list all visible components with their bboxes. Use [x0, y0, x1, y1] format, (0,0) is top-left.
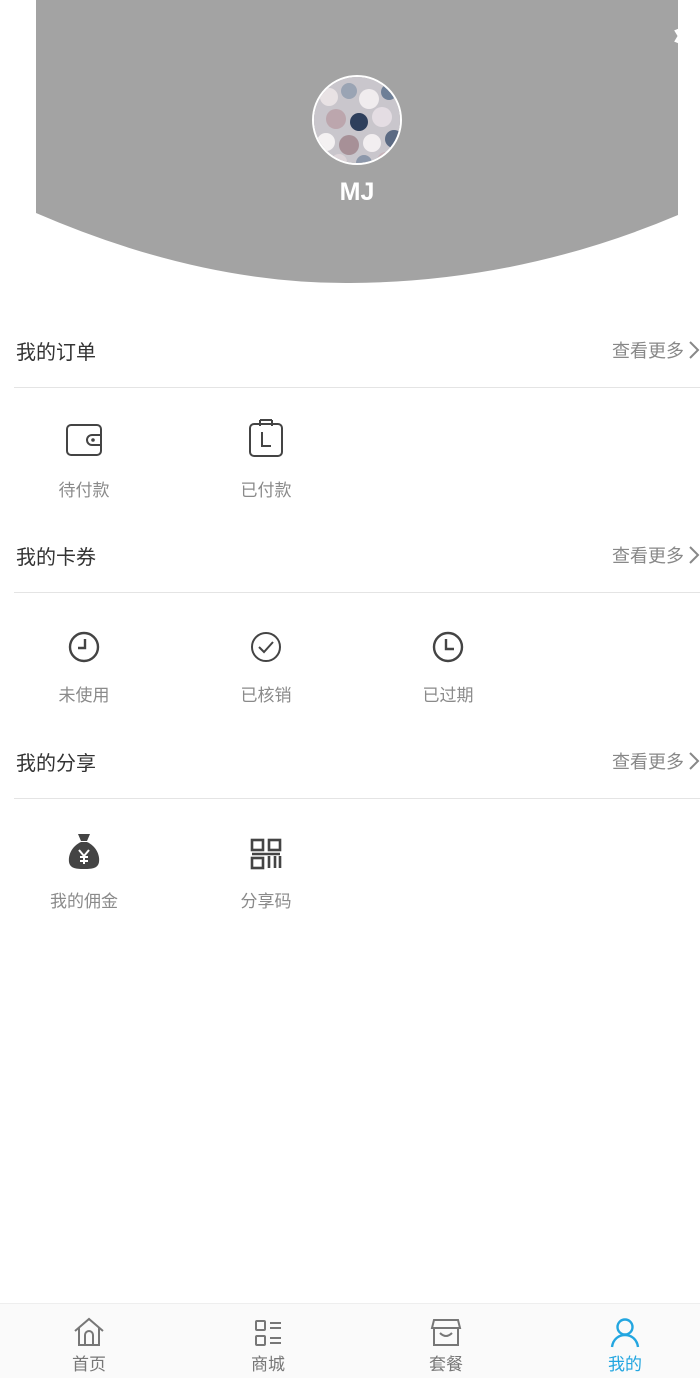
- share-title: 我的分享: [16, 750, 96, 775]
- coupon-redeemed-button[interactable]: 已核销: [196, 593, 336, 706]
- tab-package[interactable]: 套餐: [386, 1304, 506, 1378]
- coupon-expired-label: 已过期: [422, 686, 474, 706]
- bottom-tab-bar: 首页 商城 套餐 我的: [0, 1303, 700, 1378]
- orders-grid: 待付款 已付款: [0, 388, 700, 518]
- share-code-label: 分享码: [240, 892, 292, 912]
- share-grid: 我的佣金 分享码: [0, 799, 700, 929]
- orders-title: 我的订单: [16, 339, 96, 364]
- order-paid-button[interactable]: 已付款: [196, 388, 336, 501]
- coupon-redeemed-label: 已核销: [240, 686, 292, 706]
- coupon-expired-button[interactable]: 已过期: [378, 593, 518, 706]
- tab-home-label: 首页: [72, 1355, 106, 1375]
- orders-section: 我的订单 查看更多 待付款 已付款: [0, 312, 700, 518]
- tab-mine-label: 我的: [608, 1355, 642, 1375]
- home-icon: [29, 1304, 149, 1348]
- order-pending-label: 待付款: [58, 481, 110, 501]
- orders-more-label: 查看更多: [612, 341, 684, 362]
- orders-header: 我的订单 查看更多: [0, 312, 700, 388]
- share-more-link[interactable]: 查看更多: [612, 748, 700, 774]
- coupons-title: 我的卡券: [16, 544, 96, 569]
- coupon-unused-label: 未使用: [58, 686, 110, 706]
- username: MJ: [339, 178, 375, 206]
- coupons-more-link[interactable]: 查看更多: [612, 542, 700, 568]
- settings-gear-icon[interactable]: [672, 18, 700, 54]
- coupons-more-label: 查看更多: [612, 546, 684, 567]
- profile-header: MJ: [0, 0, 700, 290]
- chevron-right-icon: [689, 752, 700, 770]
- order-pending-button[interactable]: 待付款: [14, 388, 154, 501]
- paid-clipboard-icon: [196, 412, 336, 460]
- tab-mall-label: 商城: [251, 1355, 285, 1375]
- tab-mine[interactable]: 我的: [565, 1304, 685, 1378]
- coupons-grid: 未使用 已核销 已过期: [0, 593, 700, 723]
- money-bag-icon: [14, 823, 154, 871]
- orders-more-link[interactable]: 查看更多: [612, 337, 700, 363]
- chevron-right-icon: [689, 341, 700, 359]
- coupon-unused-button[interactable]: 未使用: [14, 593, 154, 706]
- tab-package-label: 套餐: [429, 1355, 463, 1375]
- qr-code-icon: [196, 823, 336, 871]
- coupons-section: 我的卡券 查看更多 未使用 已核销 已过期: [0, 517, 700, 723]
- expired-clock-icon: [378, 617, 518, 665]
- clock-icon: [14, 617, 154, 665]
- user-icon: [565, 1304, 685, 1348]
- commission-label: 我的佣金: [50, 892, 118, 912]
- share-section: 我的分享 查看更多 我的佣金 分享码: [0, 723, 700, 929]
- commission-button[interactable]: 我的佣金: [14, 799, 154, 912]
- chevron-right-icon: [689, 546, 700, 564]
- tab-home[interactable]: 首页: [29, 1304, 149, 1378]
- share-more-label: 查看更多: [612, 752, 684, 773]
- check-circle-icon: [196, 617, 336, 665]
- mall-icon: [208, 1304, 328, 1348]
- avatar[interactable]: [312, 75, 402, 165]
- share-code-button[interactable]: 分享码: [196, 799, 336, 912]
- coupons-header: 我的卡券 查看更多: [0, 517, 700, 593]
- share-header: 我的分享 查看更多: [0, 723, 700, 799]
- package-icon: [386, 1304, 506, 1348]
- wallet-icon: [14, 412, 154, 460]
- order-paid-label: 已付款: [240, 481, 292, 501]
- tab-mall[interactable]: 商城: [208, 1304, 328, 1378]
